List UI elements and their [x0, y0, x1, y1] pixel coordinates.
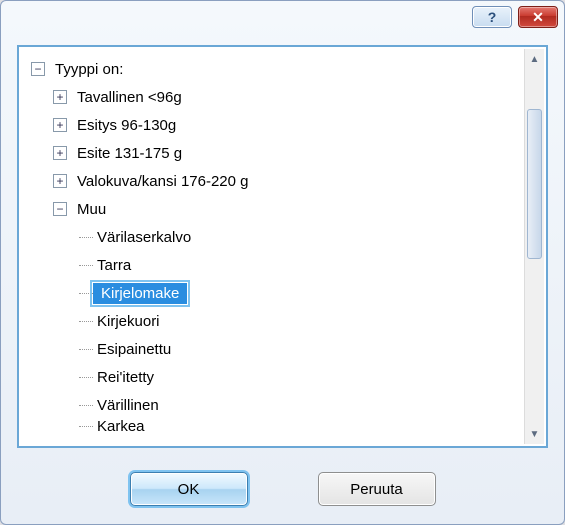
tree-connector-icon [79, 405, 93, 406]
close-icon: ✕ [532, 9, 544, 26]
tree-leaf[interactable]: Värillinen [27, 391, 522, 419]
close-button[interactable]: ✕ [518, 6, 558, 28]
tree-label: Tyyppi on: [51, 60, 127, 79]
button-label: OK [178, 481, 200, 498]
tree-node-esite[interactable]: Esite 131-175 g [27, 139, 522, 167]
scroll-track[interactable] [525, 69, 544, 424]
tree-label: Värilaserkalvo [93, 228, 195, 247]
expand-icon[interactable] [53, 146, 67, 160]
tree-label: Valokuva/kansi 176-220 g [73, 172, 253, 191]
tree-connector-icon [79, 349, 93, 350]
collapse-icon[interactable] [53, 202, 67, 216]
tree-node-root[interactable]: Tyyppi on: [27, 55, 522, 83]
tree-connector-icon [79, 426, 93, 427]
ok-button[interactable]: OK [130, 472, 248, 506]
dialog-buttons: OK Peruuta [1, 472, 564, 506]
cancel-button[interactable]: Peruuta [318, 472, 436, 506]
vertical-scrollbar[interactable]: ▲ ▼ [524, 49, 544, 444]
tree-leaf[interactable]: Kirjekuori [27, 307, 522, 335]
tree-label: Muu [73, 200, 110, 219]
tree-label: Karkea [93, 419, 149, 433]
tree-view[interactable]: Tyyppi on: Tavallinen <96g Esitys 96-130… [17, 45, 548, 448]
scroll-down-icon[interactable]: ▼ [525, 424, 544, 444]
collapse-icon[interactable] [31, 62, 45, 76]
expand-icon[interactable] [53, 118, 67, 132]
tree-label: Rei'itetty [93, 368, 158, 387]
tree-label: Tarra [93, 256, 135, 275]
tree-label: Tavallinen <96g [73, 88, 186, 107]
tree-label: Värillinen [93, 396, 163, 415]
dialog-window: ? ✕ Tyyppi on: Tavallinen <96g [0, 0, 565, 525]
tree-label: Kirjekuori [93, 312, 164, 331]
tree-node-muu[interactable]: Muu [27, 195, 522, 223]
tree-connector-icon [79, 237, 93, 238]
tree-leaf-selected[interactable]: Kirjelomake [27, 279, 522, 307]
tree-connector-icon [79, 321, 93, 322]
tree-label-selected: Kirjelomake [93, 283, 187, 304]
tree-leaf-cut[interactable]: Karkea [27, 419, 522, 433]
tree-leaf[interactable]: Tarra [27, 251, 522, 279]
content-area: Tyyppi on: Tavallinen <96g Esitys 96-130… [17, 45, 548, 448]
tree-leaf[interactable]: Värilaserkalvo [27, 223, 522, 251]
button-label: Peruuta [350, 481, 403, 498]
scroll-up-icon[interactable]: ▲ [525, 49, 544, 69]
tree-connector-icon [79, 265, 93, 266]
tree-connector-icon [79, 377, 93, 378]
help-button[interactable]: ? [472, 6, 512, 28]
titlebar: ? ✕ [1, 1, 564, 33]
scroll-thumb[interactable] [527, 109, 542, 259]
tree-leaf[interactable]: Rei'itetty [27, 363, 522, 391]
tree-label: Esipainettu [93, 340, 175, 359]
tree-root: Tyyppi on: Tavallinen <96g Esitys 96-130… [27, 55, 546, 433]
help-icon: ? [488, 9, 497, 25]
tree-node-esitys[interactable]: Esitys 96-130g [27, 111, 522, 139]
expand-icon[interactable] [53, 90, 67, 104]
tree-node-tavallinen[interactable]: Tavallinen <96g [27, 83, 522, 111]
tree-label: Esite 131-175 g [73, 144, 186, 163]
tree-node-valokuva[interactable]: Valokuva/kansi 176-220 g [27, 167, 522, 195]
tree-connector-icon [79, 293, 93, 294]
tree-leaf[interactable]: Esipainettu [27, 335, 522, 363]
expand-icon[interactable] [53, 174, 67, 188]
tree-label: Esitys 96-130g [73, 116, 180, 135]
